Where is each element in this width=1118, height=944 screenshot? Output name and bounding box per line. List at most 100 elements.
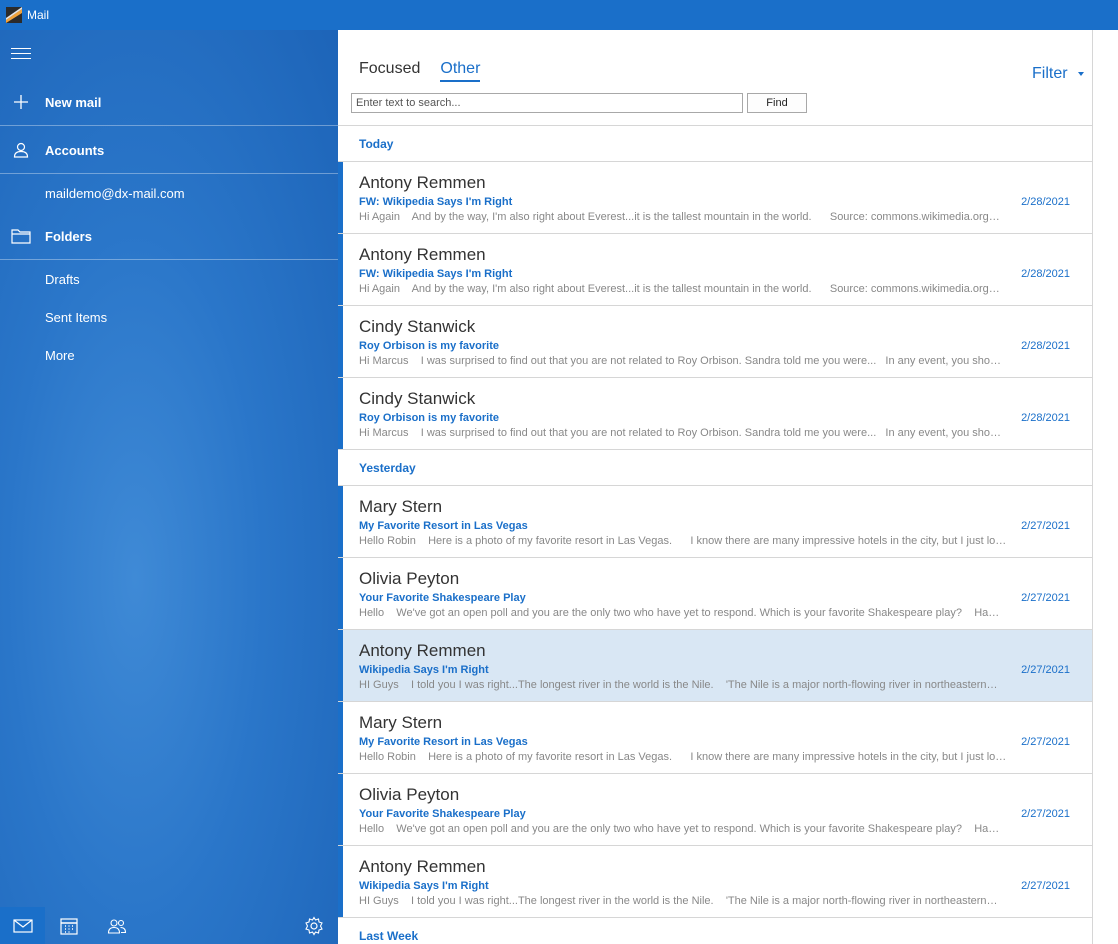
divider bbox=[0, 125, 338, 126]
mail-icon bbox=[12, 918, 33, 933]
folder-label: Drafts bbox=[45, 271, 80, 287]
message-sender: Mary Stern bbox=[359, 713, 443, 732]
message-date: 2/27/2021 bbox=[1021, 664, 1070, 676]
chevron-down-icon bbox=[1077, 72, 1084, 76]
message-preview: HI Guys I told you I was right...The lon… bbox=[359, 895, 998, 907]
search-input[interactable] bbox=[351, 93, 743, 113]
unread-indicator bbox=[338, 306, 343, 377]
calendar-nav-button[interactable] bbox=[46, 907, 91, 944]
folder-icon bbox=[11, 226, 31, 246]
message-subject: Wikipedia Says I'm Right bbox=[359, 664, 489, 676]
message-preview: Hello Robin Here is a photo of my favori… bbox=[359, 535, 1007, 547]
unread-indicator bbox=[338, 378, 343, 449]
message-subject: Your Favorite Shakespeare Play bbox=[359, 808, 526, 820]
message-list-panel: Focused Other Filter Find TodayAntony Re… bbox=[338, 30, 1118, 944]
account-email: maildemo@dx-mail.com bbox=[45, 185, 185, 201]
people-icon bbox=[107, 918, 126, 934]
filter-dropdown[interactable]: Filter bbox=[1032, 65, 1084, 83]
message-preview: Hi Marcus I was surprised to find out th… bbox=[359, 355, 1001, 367]
gear-icon bbox=[304, 915, 323, 936]
person-icon bbox=[11, 140, 31, 160]
account-item[interactable]: maildemo@dx-mail.com bbox=[0, 179, 338, 207]
message-row[interactable]: Olivia Peyton Your Favorite Shakespeare P… bbox=[338, 774, 1093, 846]
folders-label: Folders bbox=[45, 228, 92, 244]
accounts-header[interactable]: Accounts bbox=[0, 136, 338, 164]
message-list: Today Antony Remmen FW: Wikipedia Says I'm… bbox=[338, 125, 1093, 944]
message-sender: Olivia Peyton bbox=[359, 569, 460, 588]
message-row[interactable]: Antony Remmen Wikipedia Says I'm Right 2/2… bbox=[338, 846, 1093, 918]
folder-label: Sent Items bbox=[45, 309, 108, 325]
folder-item-more[interactable]: More bbox=[0, 341, 338, 369]
accounts-label: Accounts bbox=[45, 142, 105, 158]
unread-indicator bbox=[338, 162, 343, 233]
message-sender: Mary Stern bbox=[359, 497, 443, 516]
message-subject: Wikipedia Says I'm Right bbox=[359, 880, 489, 892]
find-button[interactable]: Find bbox=[747, 93, 807, 113]
message-date: 2/27/2021 bbox=[1021, 880, 1070, 892]
message-sender: Antony Remmen bbox=[359, 245, 486, 264]
unread-indicator bbox=[338, 234, 343, 305]
divider bbox=[0, 259, 338, 260]
message-date: 2/28/2021 bbox=[1021, 268, 1070, 280]
unread-indicator bbox=[338, 702, 343, 773]
tab-strip: Focused Other bbox=[359, 60, 481, 82]
message-preview: Hello We've got an open poll and you are… bbox=[359, 823, 1000, 835]
message-row[interactable]: Mary Stern My Favorite Resort in Las Vega… bbox=[338, 702, 1093, 774]
message-preview: HI Guys I told you I was right...The lon… bbox=[359, 679, 998, 691]
mail-nav-button[interactable] bbox=[0, 907, 45, 944]
message-sender: Antony Remmen bbox=[359, 173, 486, 192]
message-sender: Cindy Stanwick bbox=[359, 317, 476, 336]
unread-indicator bbox=[338, 630, 343, 701]
message-date: 2/27/2021 bbox=[1021, 736, 1070, 748]
tab-focused[interactable]: Focused bbox=[359, 60, 420, 82]
hamburger-icon[interactable] bbox=[11, 48, 31, 62]
message-date: 2/28/2021 bbox=[1021, 196, 1070, 208]
filter-label: Filter bbox=[1032, 65, 1068, 82]
group-header: Today bbox=[338, 126, 1093, 162]
message-row[interactable]: Olivia Peyton Your Favorite Shakespeare P… bbox=[338, 558, 1093, 630]
tab-other[interactable]: Other bbox=[440, 60, 481, 82]
message-subject: FW: Wikipedia Says I'm Right bbox=[359, 196, 513, 208]
message-row[interactable]: Antony Remmen Wikipedia Says I'm Right 2/2… bbox=[338, 630, 1093, 702]
message-row[interactable]: Cindy Stanwick Roy Orbison is my favorite… bbox=[338, 378, 1093, 450]
unread-indicator bbox=[338, 846, 343, 917]
settings-button[interactable] bbox=[291, 907, 336, 944]
group-header: Last Week bbox=[338, 918, 1093, 944]
calendar-icon bbox=[59, 917, 78, 935]
folder-item-drafts[interactable]: Drafts bbox=[0, 265, 338, 293]
unread-indicator bbox=[338, 774, 343, 845]
message-subject: Your Favorite Shakespeare Play bbox=[359, 592, 526, 604]
folder-item-sent-items[interactable]: Sent Items bbox=[0, 303, 338, 331]
message-date: 2/27/2021 bbox=[1021, 592, 1070, 604]
message-row[interactable]: Cindy Stanwick Roy Orbison is my favorite… bbox=[338, 306, 1093, 378]
message-row[interactable]: Antony Remmen FW: Wikipedia Says I'm Righ… bbox=[338, 234, 1093, 306]
message-sender: Antony Remmen bbox=[359, 857, 486, 876]
title-bar: Mail bbox=[0, 0, 1118, 30]
message-sender: Antony Remmen bbox=[359, 641, 486, 660]
message-row[interactable]: Mary Stern My Favorite Resort in Las Vega… bbox=[338, 486, 1093, 558]
scroll-edge bbox=[1092, 30, 1093, 944]
message-sender: Olivia Peyton bbox=[359, 785, 460, 804]
message-date: 2/28/2021 bbox=[1021, 340, 1070, 352]
window-title: Mail bbox=[27, 8, 50, 22]
message-preview: Hello Robin Here is a photo of my favori… bbox=[359, 751, 1007, 763]
message-date: 2/27/2021 bbox=[1021, 520, 1070, 532]
message-preview: Hi Marcus I was surprised to find out th… bbox=[359, 427, 1001, 439]
people-nav-button[interactable] bbox=[94, 907, 139, 944]
bottom-nav bbox=[0, 907, 338, 944]
new-mail-label: New mail bbox=[45, 94, 102, 110]
message-subject: Roy Orbison is my favorite bbox=[359, 412, 499, 424]
folders-header[interactable]: Folders bbox=[0, 222, 338, 250]
message-subject: FW: Wikipedia Says I'm Right bbox=[359, 268, 513, 280]
new-mail-button[interactable]: New mail bbox=[0, 88, 338, 116]
unread-indicator bbox=[338, 486, 343, 557]
plus-icon bbox=[11, 92, 31, 112]
message-sender: Cindy Stanwick bbox=[359, 389, 476, 408]
message-preview: Hi Again And by the way, I'm also right … bbox=[359, 283, 1000, 295]
message-subject: My Favorite Resort in Las Vegas bbox=[359, 520, 528, 532]
divider bbox=[0, 173, 338, 174]
unread-indicator bbox=[338, 558, 343, 629]
message-subject: Roy Orbison is my favorite bbox=[359, 340, 499, 352]
message-row[interactable]: Antony Remmen FW: Wikipedia Says I'm Righ… bbox=[338, 162, 1093, 234]
app-logo-icon bbox=[6, 7, 22, 23]
